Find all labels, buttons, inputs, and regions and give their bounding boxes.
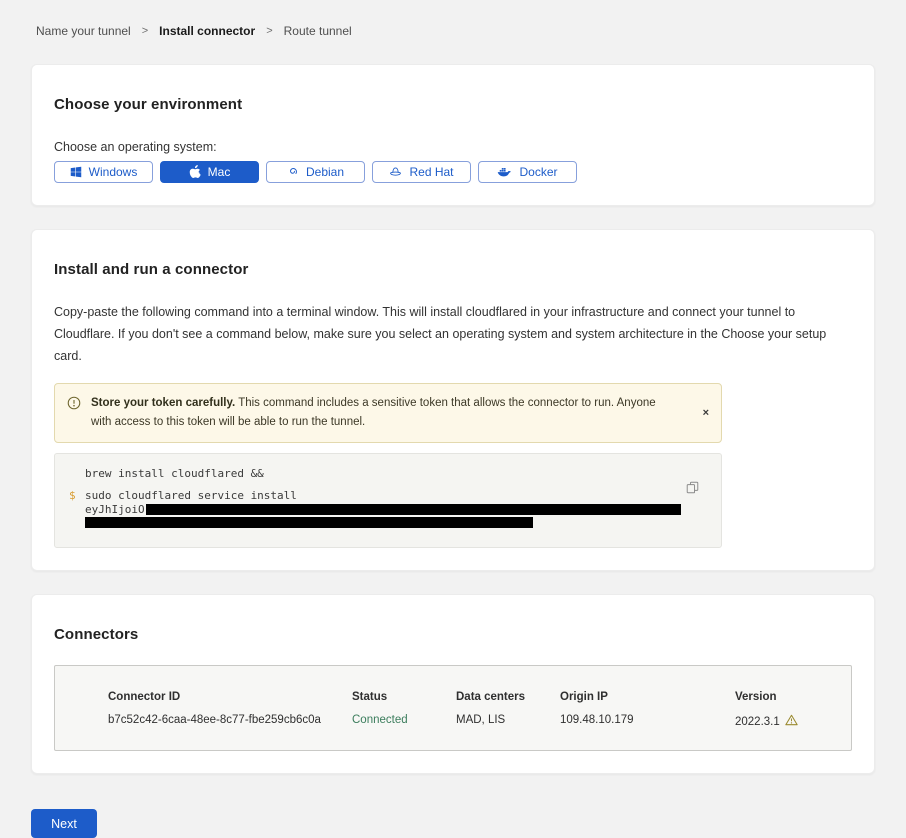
- connectors-table: Connector ID Status Data centers Origin …: [54, 665, 852, 751]
- choose-environment-card: Choose your environment Choose an operat…: [31, 64, 875, 206]
- next-button[interactable]: Next: [31, 809, 97, 838]
- breadcrumb-separator: >: [266, 25, 272, 37]
- alert-circle-icon: [67, 396, 81, 432]
- breadcrumb-separator: >: [142, 25, 148, 37]
- os-button-group: Windows Mac Debian Red Hat Docker: [54, 161, 852, 183]
- windows-icon: [70, 166, 82, 178]
- close-icon[interactable]: ×: [703, 407, 709, 419]
- col-header-origin-ip: Origin IP: [560, 691, 735, 703]
- col-header-status: Status: [352, 691, 456, 703]
- token-warning-text: Store your token carefully. This command…: [91, 394, 679, 432]
- warning-triangle-icon: [785, 714, 798, 729]
- prompt-gutter: [69, 467, 85, 481]
- os-button-label: Red Hat: [409, 165, 453, 179]
- connectors-table-header: Connector ID Status Data centers Origin …: [108, 691, 831, 703]
- connectors-card: Connectors Connector ID Status Data cent…: [31, 594, 875, 774]
- os-button-label: Mac: [208, 165, 231, 179]
- os-button-docker[interactable]: Docker: [478, 161, 577, 183]
- origin-ip-value: 109.48.10.179: [560, 714, 735, 729]
- token-warning-banner: Store your token carefully. This command…: [54, 383, 722, 443]
- apple-icon: [189, 165, 201, 179]
- docker-icon: [497, 166, 512, 178]
- redacted-token-bar: [146, 504, 681, 515]
- col-header-version: Version: [735, 691, 831, 703]
- data-centers-value: MAD, LIS: [456, 714, 560, 729]
- token-warning-bold: Store your token carefully.: [91, 397, 235, 409]
- table-row: b7c52c42-6caa-48ee-8c77-fbe259cb6c0a Con…: [108, 714, 831, 729]
- connectors-card-title: Connectors: [54, 626, 852, 643]
- os-button-label: Windows: [89, 165, 138, 179]
- code-token-line: eyJhIjoiO: [85, 503, 707, 516]
- version-value: 2022.3.1: [735, 714, 831, 729]
- copy-icon[interactable]: [686, 481, 699, 497]
- breadcrumb-install-connector[interactable]: Install connector: [159, 24, 255, 38]
- install-connector-card: Install and run a connector Copy-paste t…: [31, 229, 875, 571]
- breadcrumb-route-tunnel[interactable]: Route tunnel: [284, 24, 352, 38]
- os-button-windows[interactable]: Windows: [54, 161, 153, 183]
- redhat-icon: [389, 166, 402, 178]
- os-button-label: Docker: [519, 165, 557, 179]
- col-header-data-centers: Data centers: [456, 691, 560, 703]
- connector-id-value: b7c52c42-6caa-48ee-8c77-fbe259cb6c0a: [108, 714, 352, 729]
- token-prefix: eyJhIjoiO: [85, 503, 145, 516]
- status-badge: Connected: [352, 714, 456, 729]
- redacted-token-bar: [85, 517, 533, 528]
- os-button-mac[interactable]: Mac: [160, 161, 259, 183]
- debian-icon: [287, 166, 299, 178]
- code-line-2: $ sudo cloudflared service install: [69, 489, 707, 503]
- os-button-debian[interactable]: Debian: [266, 161, 365, 183]
- breadcrumb: Name your tunnel > Install connector > R…: [0, 0, 906, 38]
- os-select-label: Choose an operating system:: [54, 140, 852, 154]
- install-command-codeblock: brew install cloudflared && $ sudo cloud…: [54, 453, 722, 549]
- os-button-redhat[interactable]: Red Hat: [372, 161, 471, 183]
- install-description: Copy-paste the following command into a …: [54, 302, 852, 368]
- os-button-label: Debian: [306, 165, 344, 179]
- install-card-title: Install and run a connector: [54, 261, 852, 278]
- col-header-connector-id: Connector ID: [108, 691, 352, 703]
- breadcrumb-name-your-tunnel[interactable]: Name your tunnel: [36, 24, 131, 38]
- code-line-1: brew install cloudflared &&: [69, 467, 707, 481]
- shell-prompt: $: [69, 489, 85, 503]
- environment-card-title: Choose your environment: [54, 96, 852, 113]
